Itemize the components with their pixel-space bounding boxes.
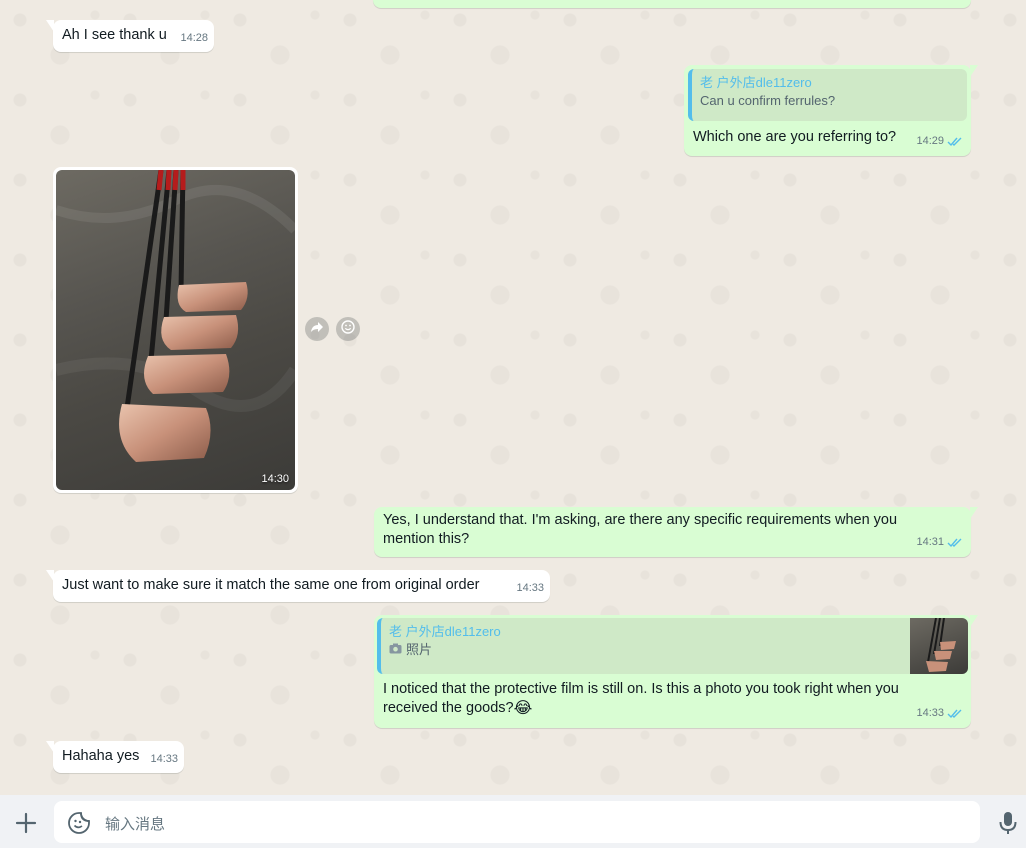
quoted-text: 照片 (406, 642, 433, 657)
message-text: Just want to make sure it match the same… (62, 577, 480, 593)
golf-clubs-image (56, 170, 295, 462)
clipped-outgoing-message[interactable] (373, 0, 971, 8)
message-time: 14:29 (916, 135, 944, 147)
incoming-message[interactable]: Ah I see thank u 14:28 (46, 20, 214, 52)
message-text-line-2: mention this? (383, 531, 470, 547)
incoming-message[interactable]: Hahaha yes 14:33 (46, 741, 184, 773)
message-time: 14:33 (516, 582, 544, 594)
plus-icon (14, 812, 38, 839)
quoted-author: 老 户外店dle11zero (389, 624, 501, 639)
sticker-icon (67, 812, 91, 839)
message-input-container[interactable]: 输入消息 (54, 801, 980, 843)
microphone-icon (996, 812, 1020, 840)
outgoing-reply-message[interactable]: 老 户外店dle11zero Can u confirm ferrules? W… (684, 65, 978, 156)
chat-background: Ah I see thank u 14:28 老 户外店dle11zero Ca… (0, 0, 1026, 795)
message-meta: 14:29 (916, 132, 963, 151)
quoted-message[interactable]: 老 户外店dle11zero Can u confirm ferrules? (688, 69, 967, 121)
outgoing-message[interactable]: Yes, I understand that. I'm asking, are … (374, 507, 978, 557)
attach-button[interactable] (14, 811, 38, 835)
message-text: Which one are you referring to? (693, 129, 897, 145)
incoming-message[interactable]: Just want to make sure it match the same… (46, 570, 550, 602)
quoted-author: 老 户外店dle11zero (700, 75, 812, 90)
double-check-icon (947, 136, 963, 147)
message-text-line-2: received the goods? (383, 700, 514, 716)
golf-clubs-photo[interactable]: 14:30 (56, 170, 295, 490)
emoji-react-icon (341, 319, 355, 339)
message-text: Ah I see thank u (62, 27, 167, 43)
message-input-placeholder[interactable]: 输入消息 (105, 813, 165, 834)
voice-message-button[interactable] (996, 810, 1020, 836)
laughing-emoji: 😂 (513, 700, 533, 717)
message-meta: 14:31 (916, 533, 963, 552)
incoming-photo-message[interactable]: 14:30 (53, 167, 298, 493)
camera-icon (389, 641, 402, 659)
message-text-line-1: Yes, I understand that. I'm asking, are … (383, 512, 898, 528)
quoted-text-row: 照片 (389, 641, 898, 659)
message-meta: 14:33 (916, 704, 963, 723)
react-button[interactable] (336, 317, 360, 341)
message-time: 14:33 (916, 707, 944, 719)
quoted-photo-thumbnail (910, 618, 968, 674)
message-text-line-2-row: received the goods? 😂 (383, 699, 532, 718)
message-time: 14:31 (916, 536, 944, 548)
outgoing-reply-message[interactable]: 老 户外店dle11zero 照片 I noticed that the pro… (374, 615, 978, 728)
forward-icon (310, 320, 324, 338)
quoted-text: Can u confirm ferrules? (700, 93, 836, 108)
forward-button[interactable] (305, 317, 329, 341)
photo-time: 14:30 (261, 473, 289, 485)
message-time: 14:33 (150, 753, 178, 765)
double-check-icon (947, 708, 963, 719)
message-text-line-1: I noticed that the protective film is st… (383, 681, 899, 697)
sticker-button[interactable] (67, 811, 91, 835)
message-text: Hahaha yes (62, 748, 140, 764)
quoted-message[interactable]: 老 户外店dle11zero 照片 (377, 618, 968, 674)
message-time: 14:28 (180, 32, 208, 44)
double-check-icon (947, 537, 963, 548)
message-composer-bar: 输入消息 (0, 795, 1026, 848)
